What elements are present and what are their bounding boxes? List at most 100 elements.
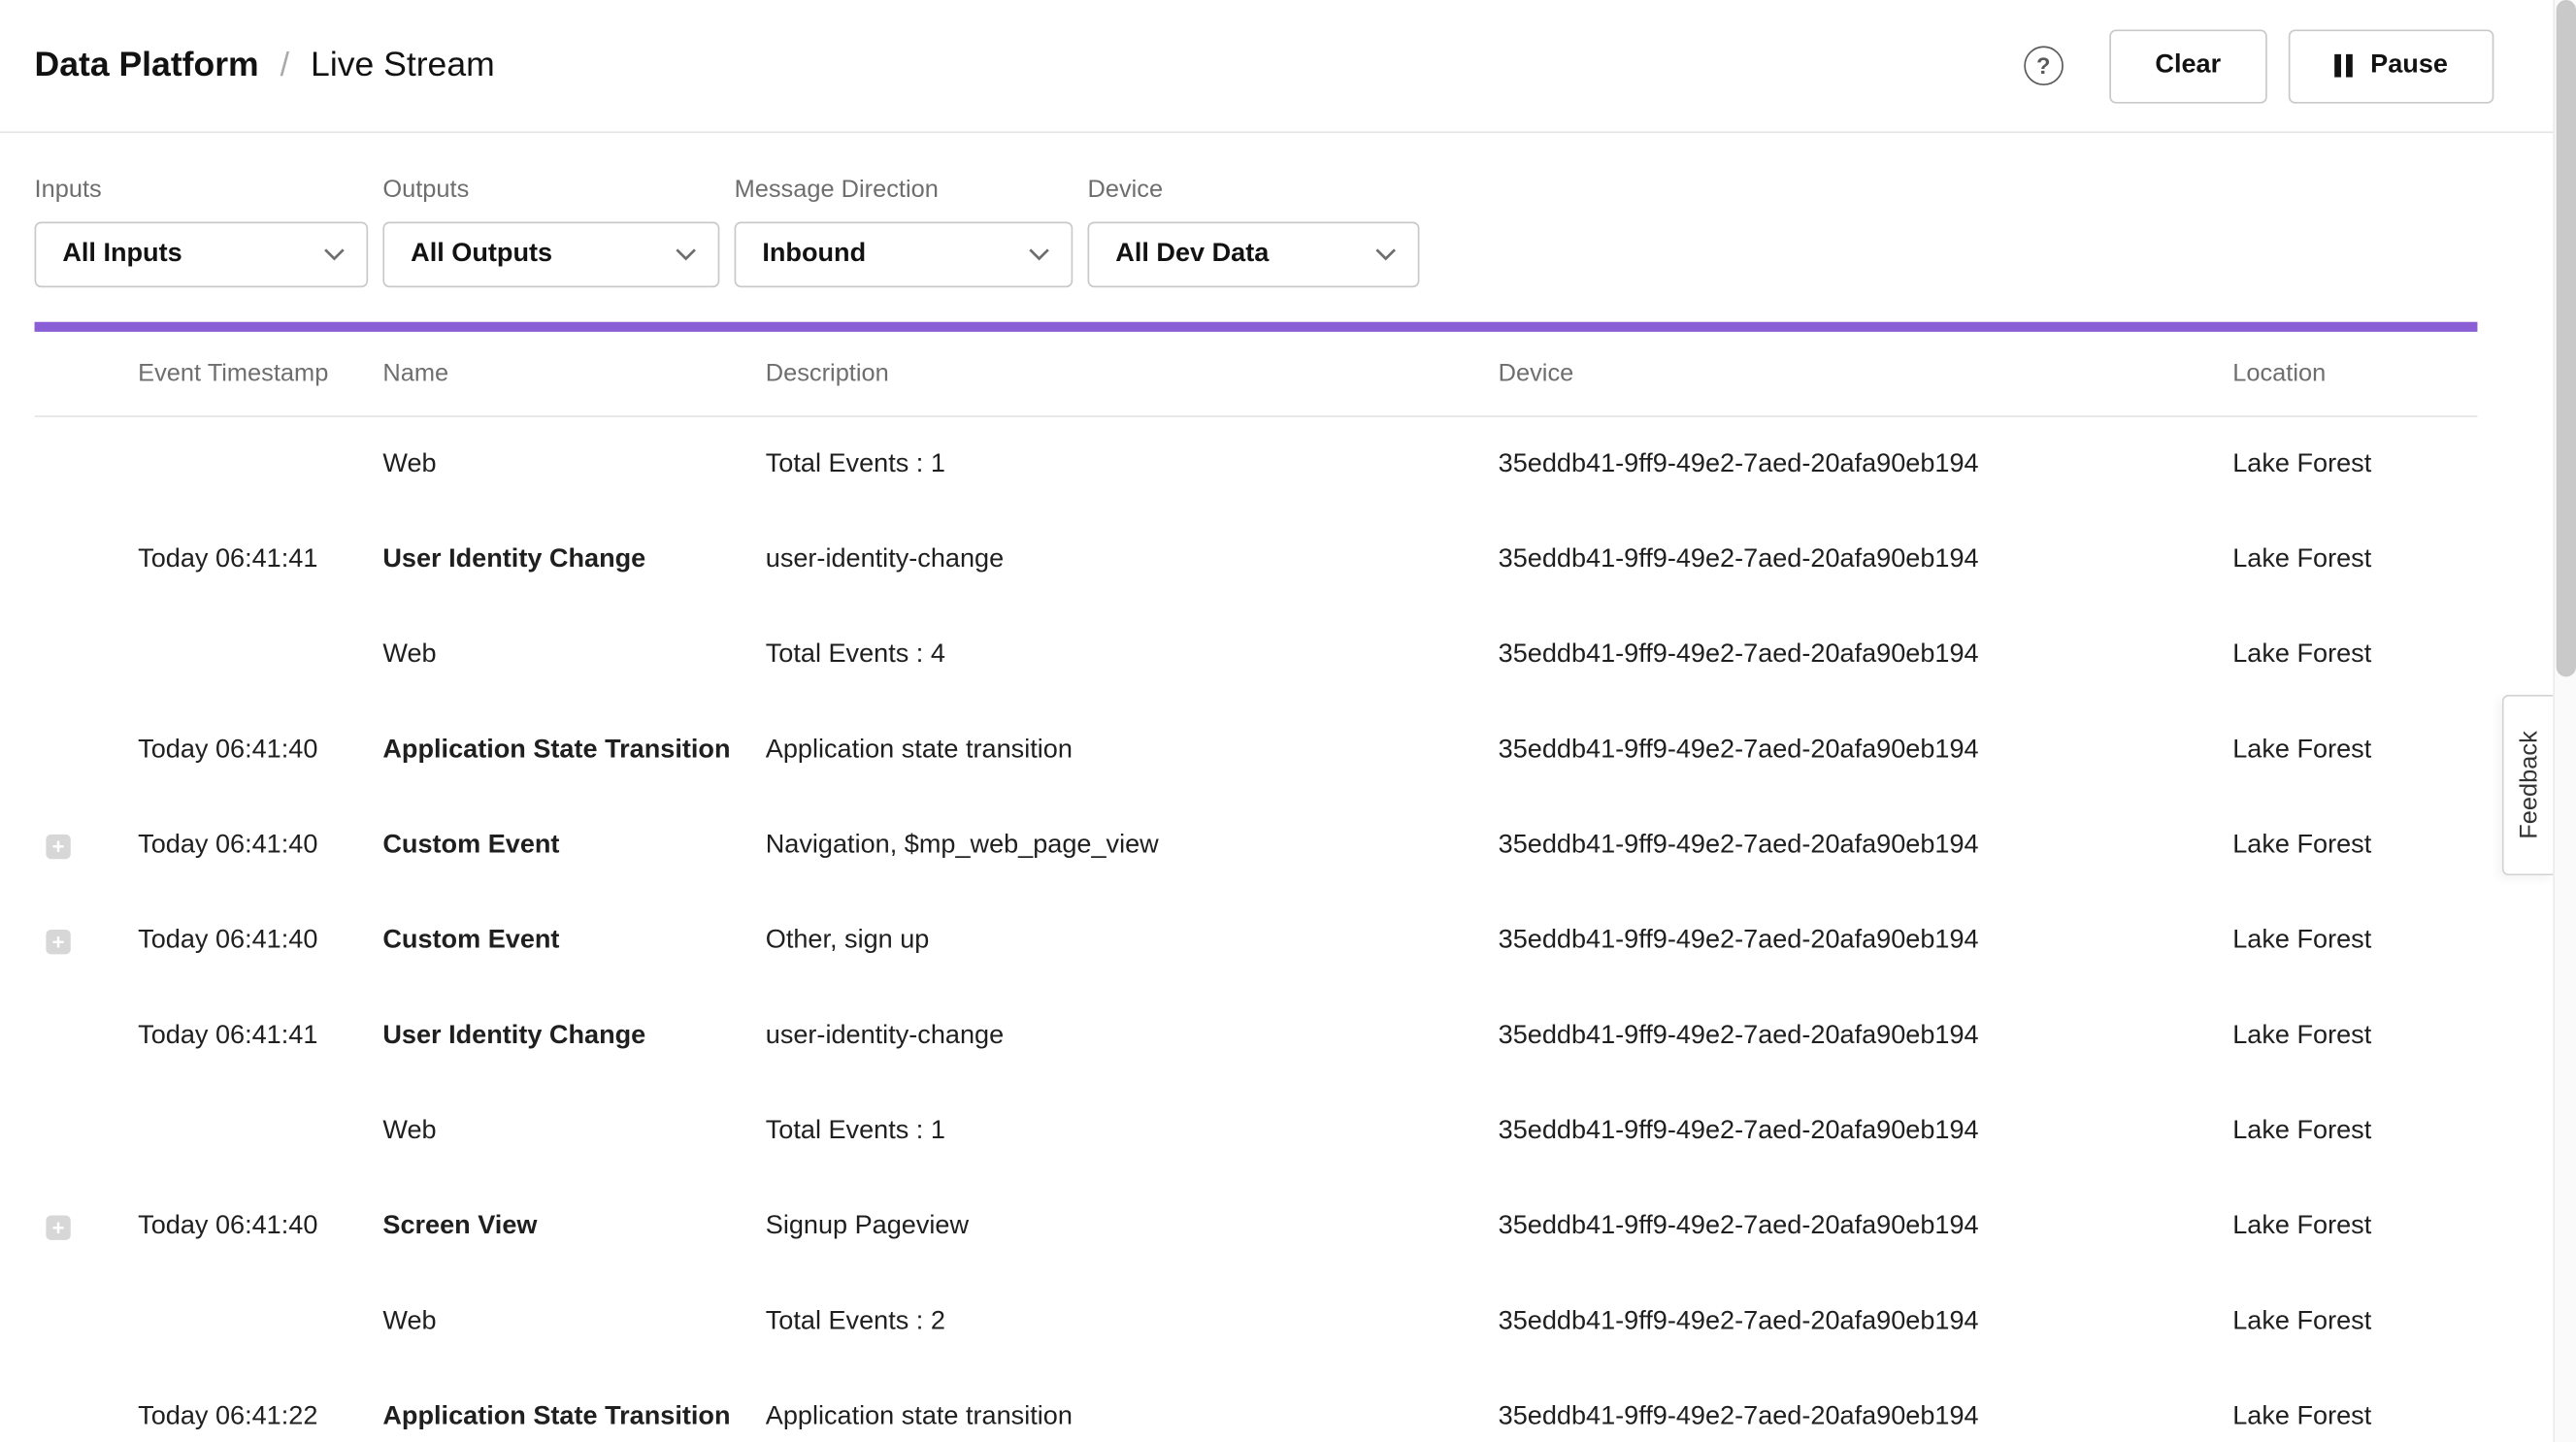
event-timestamp: Today 06:41:40	[138, 736, 382, 765]
event-timestamp: Today 06:41:41	[138, 1022, 382, 1051]
expand-row-icon[interactable]: +	[46, 1215, 70, 1239]
table-row[interactable]: Web Total Events : 4 35eddb41-9ff9-49e2-…	[35, 607, 2478, 703]
table-row[interactable]: + Today 06:41:40 Custom Event Navigation…	[35, 799, 2478, 894]
message-direction-select[interactable]: Inbound	[735, 222, 1073, 288]
filter-inputs-label: Inputs	[35, 176, 369, 204]
event-name: Web	[382, 1307, 765, 1336]
breadcrumb: Data Platform / Live Stream	[35, 46, 495, 85]
pause-button-label: Pause	[2370, 50, 2448, 80]
event-location: Lake Forest	[2232, 1022, 2477, 1051]
event-description: user-identity-change	[766, 1022, 1499, 1051]
table-row[interactable]: Web Total Events : 1 35eddb41-9ff9-49e2-…	[35, 417, 2478, 512]
table-row[interactable]: Today 06:41:22 Application State Transit…	[35, 1370, 2478, 1442]
device-select-value: All Dev Data	[1115, 240, 1269, 269]
event-name: User Identity Change	[382, 545, 765, 574]
table-row[interactable]: Today 06:41:40 Application State Transit…	[35, 703, 2478, 798]
filter-message-direction-label: Message Direction	[735, 176, 1073, 204]
event-description: Total Events : 4	[766, 640, 1499, 670]
top-bar: Data Platform / Live Stream ? Clear Paus…	[0, 0, 2576, 133]
chevron-down-icon	[676, 248, 697, 262]
event-device-id: 35eddb41-9ff9-49e2-7aed-20afa90eb194	[1499, 545, 2233, 574]
event-device-id: 35eddb41-9ff9-49e2-7aed-20afa90eb194	[1499, 1402, 2233, 1431]
feedback-tab[interactable]: Feedback	[2502, 695, 2553, 875]
event-description: Total Events : 1	[766, 450, 1499, 479]
event-description: Total Events : 1	[766, 1117, 1499, 1146]
column-header-description: Description	[766, 360, 1499, 388]
event-table-body: Web Total Events : 1 35eddb41-9ff9-49e2-…	[35, 417, 2478, 1442]
event-device-id: 35eddb41-9ff9-49e2-7aed-20afa90eb194	[1499, 1117, 2233, 1146]
filter-device-label: Device	[1088, 176, 1420, 204]
event-location: Lake Forest	[2232, 1402, 2477, 1431]
help-icon[interactable]: ?	[2024, 46, 2064, 85]
event-location: Lake Forest	[2232, 545, 2477, 574]
event-description: Application state transition	[766, 1402, 1499, 1431]
event-location: Lake Forest	[2232, 1307, 2477, 1336]
event-name: Custom Event	[382, 927, 765, 956]
event-name: Web	[382, 640, 765, 670]
page-title: Live Stream	[311, 46, 495, 85]
event-timestamp: Today 06:41:40	[138, 927, 382, 956]
outputs-select-value: All Outputs	[411, 240, 552, 269]
table-row[interactable]: Web Total Events : 1 35eddb41-9ff9-49e2-…	[35, 1084, 2478, 1179]
table-header-row: Event Timestamp Name Description Device …	[35, 332, 2478, 417]
event-name: Screen View	[382, 1212, 765, 1241]
message-direction-select-value: Inbound	[762, 240, 866, 269]
expand-row-icon[interactable]: +	[46, 834, 70, 858]
event-name: User Identity Change	[382, 1022, 765, 1051]
event-description: Signup Pageview	[766, 1212, 1499, 1241]
clear-button[interactable]: Clear	[2109, 29, 2267, 103]
outputs-select[interactable]: All Outputs	[382, 222, 719, 288]
table-row[interactable]: Today 06:41:41 User Identity Change user…	[35, 989, 2478, 1084]
live-stream-table: Event Timestamp Name Description Device …	[35, 332, 2478, 1442]
event-location: Lake Forest	[2232, 1212, 2477, 1241]
event-description: user-identity-change	[766, 545, 1499, 574]
breadcrumb-data-platform[interactable]: Data Platform	[35, 46, 259, 85]
event-description: Total Events : 2	[766, 1307, 1499, 1336]
event-name: Web	[382, 1117, 765, 1146]
device-select[interactable]: All Dev Data	[1088, 222, 1420, 288]
event-device-id: 35eddb41-9ff9-49e2-7aed-20afa90eb194	[1499, 1212, 2233, 1241]
event-device-id: 35eddb41-9ff9-49e2-7aed-20afa90eb194	[1499, 927, 2233, 956]
event-location: Lake Forest	[2232, 640, 2477, 670]
filter-bar: Inputs All Inputs Outputs All Outputs Me…	[0, 133, 2576, 287]
chevron-down-icon	[1375, 248, 1397, 262]
event-location: Lake Forest	[2232, 831, 2477, 860]
pause-button[interactable]: Pause	[2289, 29, 2494, 103]
feedback-tab-label: Feedback	[2515, 731, 2543, 839]
event-location: Lake Forest	[2232, 450, 2477, 479]
event-device-id: 35eddb41-9ff9-49e2-7aed-20afa90eb194	[1499, 831, 2233, 860]
chevron-down-icon	[323, 248, 345, 262]
inputs-select[interactable]: All Inputs	[35, 222, 369, 288]
event-location: Lake Forest	[2232, 1117, 2477, 1146]
event-name: Custom Event	[382, 831, 765, 860]
table-row[interactable]: + Today 06:41:40 Screen View Signup Page…	[35, 1179, 2478, 1274]
scrollbar-thumb[interactable]	[2557, 0, 2576, 676]
vertical-scrollbar[interactable]	[2553, 0, 2576, 1442]
event-name: Web	[382, 450, 765, 479]
pause-icon	[2334, 54, 2353, 78]
table-row[interactable]: Web Total Events : 2 35eddb41-9ff9-49e2-…	[35, 1274, 2478, 1369]
inputs-select-value: All Inputs	[62, 240, 182, 269]
event-name: Application State Transition	[382, 1402, 765, 1431]
event-location: Lake Forest	[2232, 927, 2477, 956]
event-device-id: 35eddb41-9ff9-49e2-7aed-20afa90eb194	[1499, 1022, 2233, 1051]
table-row[interactable]: Today 06:41:41 User Identity Change user…	[35, 512, 2478, 607]
event-device-id: 35eddb41-9ff9-49e2-7aed-20afa90eb194	[1499, 640, 2233, 670]
event-timestamp: Today 06:41:41	[138, 545, 382, 574]
filter-outputs: Outputs All Outputs	[382, 176, 719, 287]
filter-inputs: Inputs All Inputs	[35, 176, 369, 287]
filter-message-direction: Message Direction Inbound	[735, 176, 1073, 287]
event-device-id: 35eddb41-9ff9-49e2-7aed-20afa90eb194	[1499, 736, 2233, 765]
column-header-name: Name	[382, 360, 765, 388]
breadcrumb-separator: /	[281, 47, 289, 84]
column-header-device: Device	[1499, 360, 2233, 388]
table-row[interactable]: + Today 06:41:40 Custom Event Other, sig…	[35, 894, 2478, 989]
expand-row-icon[interactable]: +	[46, 929, 70, 953]
column-header-timestamp: Event Timestamp	[138, 360, 382, 388]
live-stream-page: Data Platform / Live Stream ? Clear Paus…	[0, 0, 2576, 1442]
filter-device: Device All Dev Data	[1088, 176, 1420, 287]
top-bar-actions: ? Clear Pause	[2024, 29, 2493, 103]
event-name: Application State Transition	[382, 736, 765, 765]
event-timestamp: Today 06:41:40	[138, 831, 382, 860]
event-description: Navigation, $mp_web_page_view	[766, 831, 1499, 860]
